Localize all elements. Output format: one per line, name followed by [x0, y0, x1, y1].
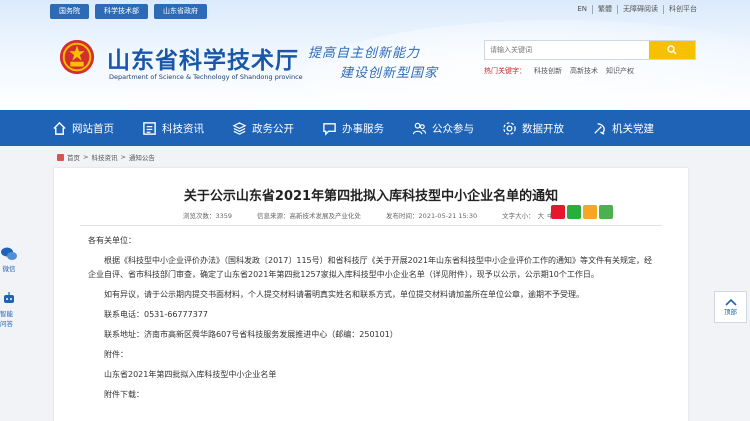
- divider: [80, 225, 662, 226]
- paragraph: 根据《科技型中小企业评价办法》（国科发政〔2017〕115号）和省科技厅《关于开…: [88, 256, 652, 279]
- home-icon: [53, 121, 66, 135]
- search-icon: [667, 45, 677, 55]
- nav-item-news[interactable]: 科技资讯: [142, 121, 204, 136]
- nav-item-label: 网站首页: [72, 122, 114, 135]
- layers-icon: [232, 121, 247, 135]
- attachment-link[interactable]: 山东省2021年第四批拟入库科技型中小企业名单: [88, 368, 658, 382]
- chat-icon: [323, 122, 336, 136]
- nav-item-gov-affairs[interactable]: 政务公开: [232, 121, 294, 136]
- breadcrumb-item[interactable]: 通知公告: [129, 152, 155, 162]
- contact-phone: 联系电话：0531-66777377: [104, 310, 208, 319]
- ask-float[interactable]: 智能问答: [0, 292, 18, 328]
- info-source: 信息来源：高新技术发展及产业化处: [257, 210, 361, 220]
- article-panel: 关于公示山东省2021年第四批拟入库科技型中小企业名单的通知 浏览次数：3359…: [54, 168, 688, 421]
- main-nav: 网站首页 科技资讯 政务公开 办事服务 公众参与 数据开放 机关党建: [0, 110, 750, 146]
- views-label: 浏览次数：: [183, 212, 216, 220]
- nav-item-home[interactable]: 网站首页: [52, 121, 114, 136]
- hot-keywords: 热门关键字： 科技创新 高新技术 知识产权: [484, 66, 634, 76]
- slogan-line-2: 建设创新型国家: [340, 66, 439, 81]
- nav-item-label: 办事服务: [342, 122, 384, 135]
- source-value: 高新技术发展及产业化处: [289, 212, 362, 220]
- site-subtitle: Department of Science & Technology of Sh…: [109, 73, 303, 81]
- font-size-large[interactable]: 大: [538, 210, 545, 220]
- breadcrumb-item[interactable]: 科技资讯: [91, 152, 117, 162]
- nav-item-label: 数据开放: [522, 122, 564, 135]
- breadcrumb: 首页 > 科技资讯 > 通知公告: [57, 152, 155, 162]
- contact-address: 联系地址：济南市高新区舜华路607号省科技服务发展推进中心（邮编：250101）: [104, 330, 398, 339]
- publish-date: 发布时间：2021-05-21 15:30: [386, 210, 477, 220]
- back-to-top-button[interactable]: 顶部: [714, 291, 747, 323]
- hot-keyword[interactable]: 高新技术: [570, 66, 598, 76]
- hot-keywords-label: 热门关键字：: [484, 67, 526, 75]
- breadcrumb-separator: >: [83, 153, 89, 161]
- chevron-up-icon: [724, 298, 737, 306]
- wechat-float[interactable]: 微信: [0, 247, 18, 273]
- site-header: 国务院 科学技术部 山东省政府 EN 繁體 无障碍阅读 科创平台 山东省科学技术…: [0, 0, 750, 110]
- nav-item-services[interactable]: 办事服务: [322, 121, 384, 136]
- views-count: 浏览次数：3359: [183, 210, 232, 220]
- site-title[interactable]: 山东省科学技术厅: [107, 41, 299, 75]
- nav-item-public[interactable]: 公众参与: [412, 121, 474, 136]
- paragraph: 如有异议，请于公示期内提交书面材料，个人提交材料请署明真实姓名和联系方式，单位提…: [104, 290, 584, 299]
- source-label: 信息来源：: [257, 212, 290, 220]
- douban-share-icon[interactable]: [599, 205, 613, 219]
- breadcrumb-item[interactable]: 首页: [67, 152, 80, 162]
- hot-keyword[interactable]: 知识产权: [606, 66, 634, 76]
- platform-link[interactable]: 科创平台: [663, 5, 702, 14]
- greeting: 各有关单位：: [88, 236, 136, 245]
- top-link-shandong-gov[interactable]: 山东省政府: [154, 4, 207, 19]
- home-icon: [57, 153, 64, 161]
- font-size-label: 文字大小：: [502, 212, 535, 220]
- nav-item-data[interactable]: 数据开放: [502, 121, 564, 136]
- top-links: 国务院 科学技术部 山东省政府: [50, 4, 207, 19]
- search-input[interactable]: [485, 41, 649, 59]
- nav-item-label: 公众参与: [432, 122, 474, 135]
- wechat-label: 微信: [2, 265, 16, 273]
- article-body: 各有关单位： 根据《科技型中小企业评价办法》（国科发政〔2017〕115号）和省…: [88, 234, 658, 408]
- date-value: 2021-05-21 15:30: [418, 212, 478, 220]
- hot-keyword[interactable]: 科技创新: [534, 66, 562, 76]
- search-box: [484, 40, 696, 60]
- download-label: 附件下载：: [104, 390, 144, 399]
- back-to-top-label: 顶部: [724, 308, 737, 316]
- share-buttons: [551, 205, 613, 219]
- breadcrumb-separator: >: [120, 153, 126, 161]
- nav-item-label: 科技资讯: [162, 122, 204, 135]
- date-label: 发布时间：: [386, 212, 419, 220]
- wechat-icon: [1, 247, 17, 260]
- news-icon: [143, 121, 156, 135]
- qzone-share-icon[interactable]: [583, 205, 597, 219]
- party-icon: [594, 122, 605, 135]
- top-link-state-council[interactable]: 国务院: [50, 4, 89, 19]
- accessibility-link[interactable]: 无障碍阅读: [617, 5, 663, 14]
- nav-item-label: 机关党建: [612, 122, 654, 135]
- weibo-share-icon[interactable]: [551, 205, 565, 219]
- ask-label: 智能问答: [0, 310, 13, 328]
- search-button[interactable]: [649, 41, 695, 59]
- lang-traditional-link[interactable]: 繁體: [592, 5, 617, 14]
- robot-icon: [4, 292, 14, 303]
- top-link-most[interactable]: 科学技术部: [95, 4, 148, 19]
- slogan-line-1: 提高自主创新能力: [308, 46, 421, 61]
- data-icon: [503, 121, 516, 135]
- language-links: EN 繁體 无障碍阅读 科创平台: [572, 5, 702, 14]
- nav-item-party[interactable]: 机关党建: [592, 121, 654, 136]
- wechat-share-icon[interactable]: [567, 205, 581, 219]
- article-meta: 浏览次数：3359 信息来源：高新技术发展及产业化处 发布时间：2021-05-…: [183, 210, 563, 220]
- article-title: 关于公示山东省2021年第四批拟入库科技型中小企业名单的通知: [183, 189, 559, 204]
- people-icon: [412, 122, 427, 134]
- attachment-label: 附件：: [104, 350, 128, 359]
- lang-en-link[interactable]: EN: [572, 5, 592, 14]
- views-value: 3359: [215, 212, 233, 220]
- national-emblem-logo: [59, 39, 95, 75]
- nav-item-label: 政务公开: [252, 122, 294, 135]
